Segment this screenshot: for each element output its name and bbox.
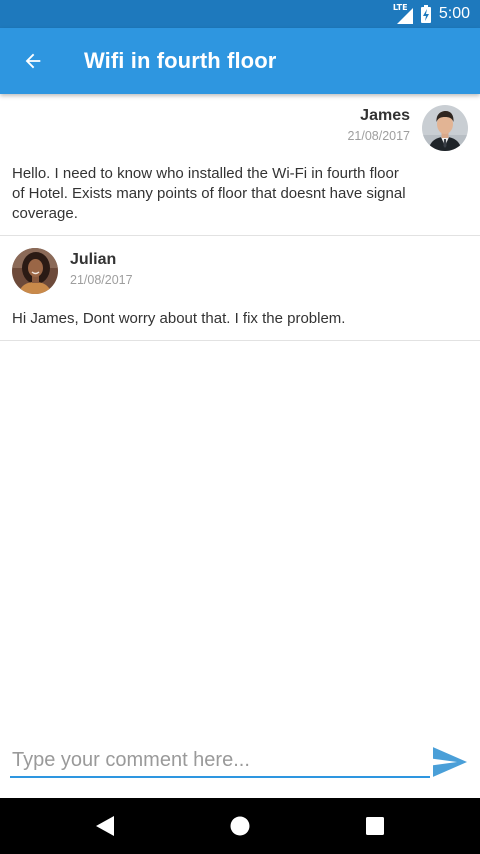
message-text: Hi James, Dont worry about that. I fix t… — [12, 310, 346, 327]
app-bar: Wifi in fourth floor — [0, 28, 480, 94]
avatar-julian[interactable] — [12, 248, 58, 294]
sender-name: Julian — [70, 251, 117, 268]
back-button[interactable] — [12, 40, 54, 82]
message-date: 21/08/2017 — [347, 129, 410, 143]
nav-home-button[interactable] — [210, 798, 270, 854]
nav-home-icon — [230, 816, 250, 836]
status-bar: LTE 5:00 — [0, 0, 480, 28]
page-title: Wifi in fourth floor — [84, 48, 277, 73]
message-item: Julian 21/08/2017 Hi James, Dont worry a… — [0, 236, 480, 341]
message-item: James 21/08/2017 Hello. I need to know w… — [0, 94, 480, 236]
avatar-james[interactable] — [422, 105, 468, 151]
sender-name: James — [360, 107, 410, 124]
comment-bar — [0, 736, 480, 798]
status-icons: LTE 5:00 — [393, 0, 470, 28]
send-button[interactable] — [430, 742, 470, 782]
clock-time: 5:00 — [438, 5, 470, 22]
send-icon — [433, 747, 467, 777]
nav-recents-button[interactable] — [345, 798, 405, 854]
signal-icon: LTE — [393, 4, 415, 24]
comment-input[interactable] — [10, 744, 430, 778]
nav-recents-icon — [366, 817, 384, 835]
message-text: Hello. I need to know who installed the … — [12, 165, 406, 222]
message-date: 21/08/2017 — [70, 273, 133, 287]
navigation-bar — [0, 798, 480, 854]
nav-back-button[interactable] — [75, 798, 135, 854]
arrow-left-icon — [25, 53, 41, 69]
message-list: James 21/08/2017 Hello. I need to know w… — [0, 94, 480, 341]
nav-back-icon — [96, 816, 114, 836]
battery-icon — [420, 5, 431, 23]
